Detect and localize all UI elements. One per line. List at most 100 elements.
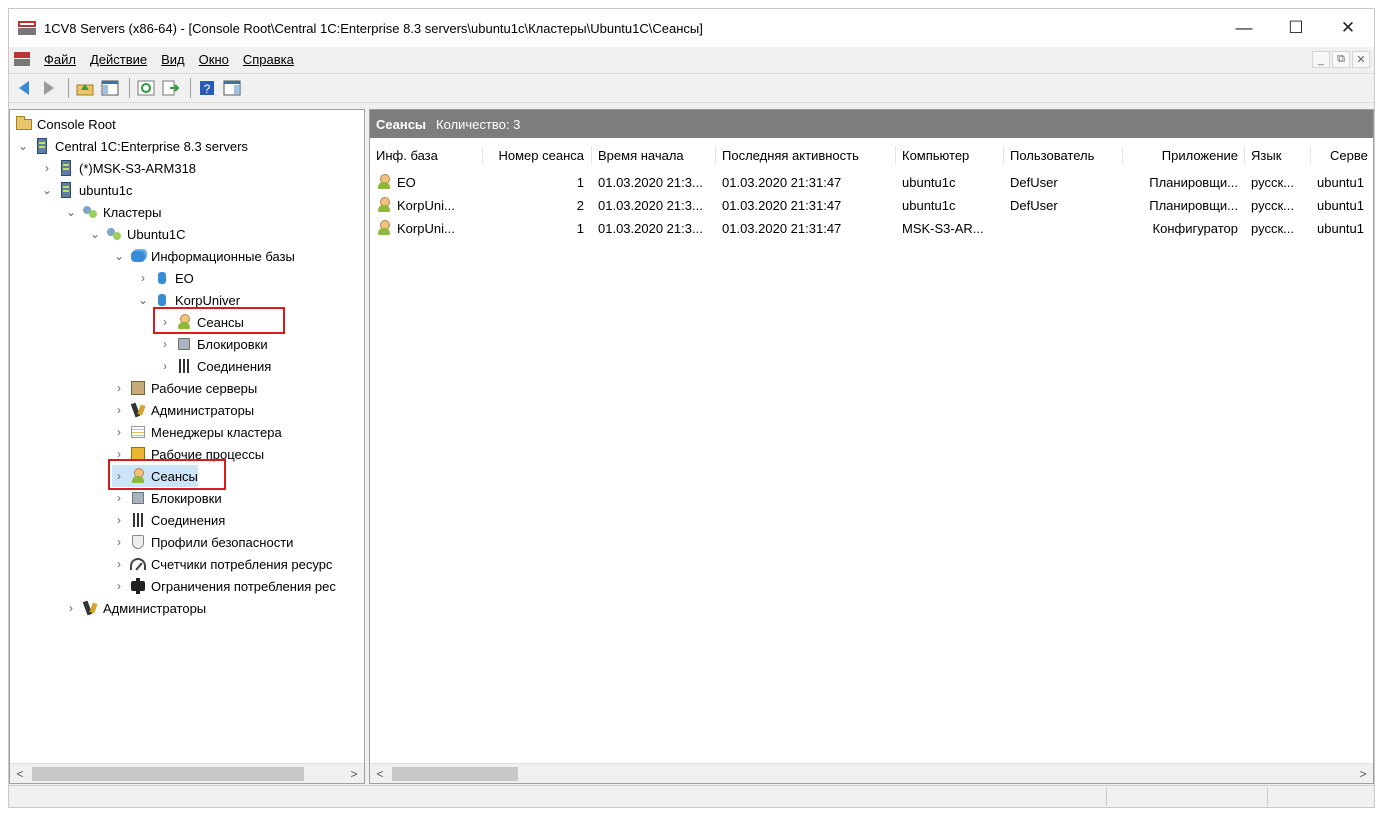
help-icon: ? [200, 81, 214, 96]
tree-item-console-root[interactable]: Console Root [16, 113, 116, 135]
chevron-down-icon[interactable]: ⌄ [88, 227, 102, 241]
column-header-language[interactable]: Язык [1251, 144, 1281, 166]
lock-icon [130, 490, 146, 506]
chevron-right-icon[interactable]: › [112, 557, 126, 571]
tree-item-resource-limits[interactable]: › Ограничения потребления рес [112, 575, 336, 597]
column-divider[interactable] [1122, 146, 1123, 164]
help-button[interactable]: ? [196, 77, 218, 99]
tree-item-cluster-locks[interactable]: › Блокировки [112, 487, 222, 509]
tree-item-infobase-eo[interactable]: › EO [136, 267, 194, 289]
tree-item-infobases[interactable]: ⌄ Информационные базы [112, 245, 295, 267]
column-header-start-time[interactable]: Время начала [598, 144, 684, 166]
close-button[interactable]: ✕ [1322, 9, 1374, 47]
tree-item-ubuntu1c-cluster[interactable]: ⌄ Ubuntu1C [88, 223, 186, 245]
meter-icon [130, 556, 146, 572]
chevron-down-icon[interactable]: ⌄ [136, 293, 150, 307]
forward-button[interactable] [38, 77, 60, 99]
tree-item-cluster-admins[interactable]: › Администраторы [112, 399, 254, 421]
tree-item-label: ubuntu1c [79, 182, 133, 198]
chevron-down-icon[interactable]: ⌄ [16, 139, 30, 153]
chevron-right-icon[interactable]: › [40, 161, 54, 175]
column-divider[interactable] [1003, 146, 1004, 164]
column-header-server[interactable]: Серве [1330, 144, 1368, 166]
mdi-close-button[interactable]: ✕ [1352, 51, 1370, 68]
console-icon[interactable] [13, 51, 31, 67]
column-divider[interactable] [482, 146, 483, 164]
tree-item-working-servers[interactable]: › Рабочие серверы [112, 377, 257, 399]
cell-user: DefUser [1010, 197, 1058, 213]
tree-item-msk-server[interactable]: › (*)MSK-S3-ARM318 [40, 157, 196, 179]
export-list-button[interactable] [160, 77, 182, 99]
window-title: 1CV8 Servers (x86-64) - [Console Root\Ce… [44, 20, 703, 36]
column-divider[interactable] [1244, 146, 1245, 164]
tree-item-server-admins[interactable]: › Администраторы [64, 597, 206, 619]
tree-item-resource-counters[interactable]: › Счетчики потребления ресурс [112, 553, 332, 575]
mdi-restore-button[interactable]: ⧉ [1332, 51, 1350, 68]
column-divider[interactable] [1310, 146, 1311, 164]
chevron-down-icon[interactable]: ⌄ [40, 183, 54, 197]
chevron-right-icon[interactable]: › [158, 359, 172, 373]
column-header-user[interactable]: Пользователь [1010, 144, 1094, 166]
column-divider[interactable] [895, 146, 896, 164]
scroll-thumb[interactable] [392, 767, 518, 781]
tree-horizontal-scrollbar[interactable]: < > [10, 763, 364, 783]
shield-icon [130, 534, 146, 550]
tree-item-clusters[interactable]: ⌄ Кластеры [64, 201, 162, 223]
menu-help[interactable]: Справка [236, 52, 301, 67]
chevron-right-icon[interactable]: › [112, 491, 126, 505]
cell-session-number: 1 [576, 174, 584, 190]
column-header-computer[interactable]: Компьютер [902, 144, 969, 166]
tree-item-infobase-locks[interactable]: › Блокировки [158, 333, 268, 355]
scroll-right-arrow[interactable]: > [344, 764, 364, 783]
maximize-button[interactable]: ☐ [1270, 9, 1322, 47]
manager-icon [130, 424, 146, 440]
minimize-button[interactable]: — [1218, 9, 1270, 47]
column-header-infobase[interactable]: Инф. база [376, 144, 438, 166]
chevron-right-icon[interactable]: › [64, 601, 78, 615]
refresh-button[interactable] [135, 77, 157, 99]
column-header-session-number[interactable]: Номер сеанса [488, 144, 585, 166]
tree-item-central-servers[interactable]: ⌄ Central 1C:Enterprise 8.3 servers [16, 135, 248, 157]
chevron-right-icon[interactable]: › [112, 381, 126, 395]
column-header-last-activity[interactable]: Последняя активность [722, 144, 859, 166]
chevron-right-icon[interactable]: › [112, 513, 126, 527]
tree-item-ubuntu1c[interactable]: ⌄ ubuntu1c [40, 179, 133, 201]
chevron-right-icon[interactable]: › [112, 403, 126, 417]
mdi-minimize-button[interactable]: _ [1312, 51, 1330, 68]
scroll-left-arrow[interactable]: < [10, 764, 30, 783]
tree-item-security-profiles[interactable]: › Профили безопасности [112, 531, 293, 553]
menu-view[interactable]: Вид [154, 52, 192, 67]
scroll-right-arrow[interactable]: > [1353, 764, 1373, 783]
column-divider[interactable] [715, 146, 716, 164]
scroll-thumb[interactable] [32, 767, 304, 781]
back-button[interactable] [13, 77, 35, 99]
chevron-right-icon[interactable]: › [112, 535, 126, 549]
show-action-pane-button[interactable] [221, 77, 243, 99]
refresh-icon [137, 80, 155, 96]
cell-last-activity: 01.03.2020 21:31:47 [722, 174, 842, 190]
tree-item-label: Информационные базы [151, 248, 295, 264]
scroll-left-arrow[interactable]: < [370, 764, 390, 783]
chevron-right-icon[interactable]: › [112, 425, 126, 439]
tree-item-infobase-connections[interactable]: › Соединения [158, 355, 271, 377]
up-level-button[interactable] [74, 77, 96, 99]
result-pane: Сеансы Количество: 3 Инф. база Номер сеа… [369, 109, 1374, 784]
column-divider[interactable] [591, 146, 592, 164]
tree-item-label: Соединения [197, 358, 272, 374]
chevron-down-icon[interactable]: ⌄ [64, 205, 78, 219]
chevron-right-icon[interactable]: › [136, 271, 150, 285]
chevron-right-icon[interactable]: › [112, 579, 126, 593]
menu-file[interactable]: Файл [37, 52, 83, 67]
cell-server: ubuntu1 [1317, 197, 1364, 213]
chevron-right-icon[interactable]: › [158, 337, 172, 351]
action-pane-icon [223, 80, 241, 96]
chevron-down-icon[interactable]: ⌄ [112, 249, 126, 263]
list-horizontal-scrollbar[interactable]: < > [370, 763, 1373, 783]
tree-item-cluster-managers[interactable]: › Менеджеры кластера [112, 421, 282, 443]
tree-item-cluster-connections[interactable]: › Соединения [112, 509, 225, 531]
menu-window[interactable]: Окно [192, 52, 236, 67]
column-header-application[interactable]: Приложение [1128, 144, 1238, 166]
menu-action[interactable]: Действие [83, 52, 154, 67]
show-tree-button[interactable] [99, 77, 121, 99]
toolbar-separator [129, 78, 130, 98]
